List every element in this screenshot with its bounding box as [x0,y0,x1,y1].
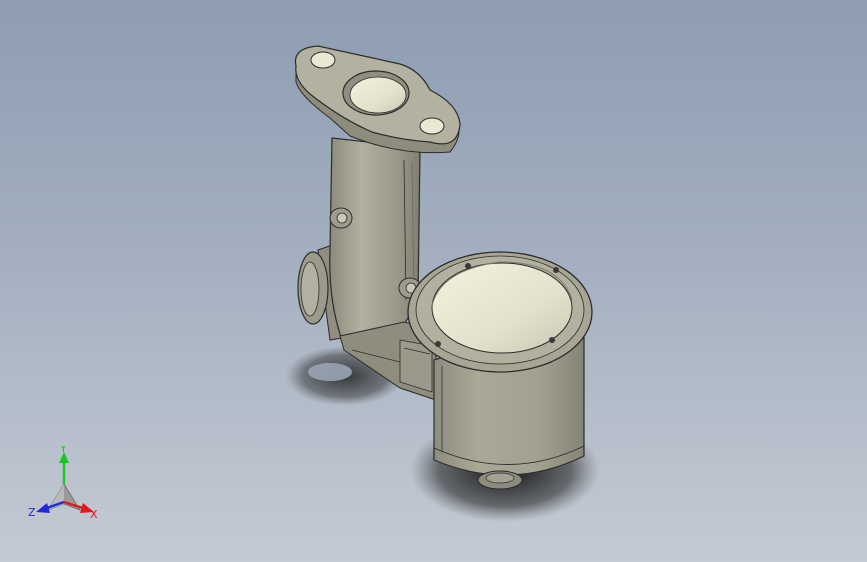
triad-x-label: X [90,508,98,521]
triad-z-axis [36,500,65,513]
triad-y-label: Y [59,446,67,455]
triad-z-label: Z [28,506,36,519]
top-flange [294,45,461,154]
tube-boss-upper [329,207,353,229]
cylindrical-cup [407,251,593,490]
graphics-viewport[interactable]: Y X Z [0,0,867,562]
orientation-triad[interactable]: Y X Z [24,446,108,526]
triad-y-axis [59,452,69,484]
cad-model-view[interactable] [0,0,867,562]
